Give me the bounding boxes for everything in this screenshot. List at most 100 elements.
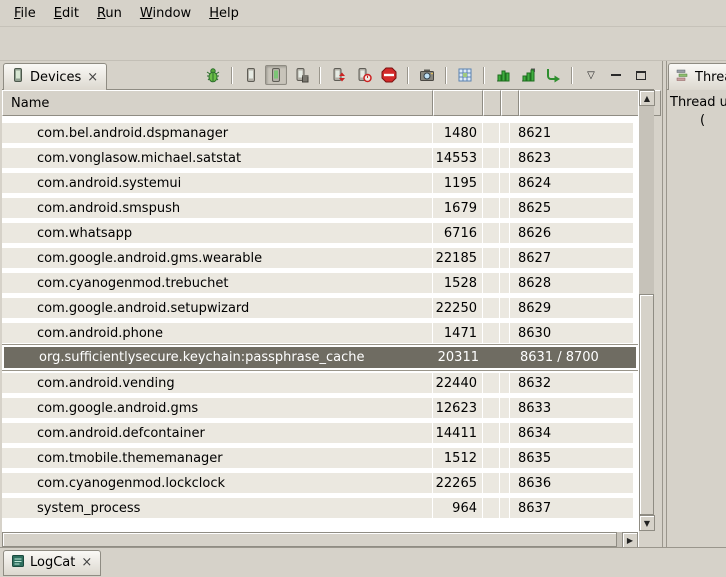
empty-cell [483, 498, 500, 518]
table-row[interactable]: com.android.phone 1471 8630 [2, 320, 638, 345]
v-scroll-track[interactable] [639, 106, 654, 515]
cause-gc-icon[interactable] [290, 65, 312, 85]
debug-icon[interactable] [202, 65, 224, 85]
stop-process-icon[interactable] [378, 65, 400, 85]
process-pid-cell: 20311 [435, 347, 485, 368]
toolbar-separator [319, 67, 321, 84]
empty-cell [483, 273, 500, 293]
process-name-cell: com.google.android.gms.wearable [2, 248, 433, 268]
process-name-cell: com.tmobile.thememanager [2, 448, 433, 468]
devices-view-toolbar: ▽ [202, 65, 654, 85]
process-port-cell: 8630 [510, 323, 634, 343]
empty-cell [483, 173, 500, 193]
heap-chart-icon[interactable] [492, 65, 514, 85]
process-name-cell: com.cyanogenmod.lockclock [2, 473, 433, 493]
process-name-cell: system_process [2, 498, 433, 518]
process-name-cell: com.cyanogenmod.trebuchet [2, 273, 433, 293]
empty-cell [500, 498, 510, 518]
v-scroll-thumb[interactable] [639, 294, 654, 515]
minimize-icon[interactable] [605, 65, 627, 85]
vertical-scrollbar: ▲ ▼ [638, 90, 654, 547]
process-name-cell: com.google.android.gms [2, 398, 433, 418]
table-row[interactable]: com.google.android.setupwizard 22250 862… [2, 295, 638, 320]
process-name-cell: com.android.defcontainer [2, 423, 433, 443]
horizontal-scrollbar: ▶ [2, 531, 638, 547]
scroll-up-icon[interactable]: ▲ [639, 90, 655, 106]
empty-cell [500, 298, 510, 318]
process-table-body: com.bel.android.dspmanager 1480 8621 com… [2, 116, 638, 531]
green-arrow-icon[interactable] [542, 65, 564, 85]
header-pid[interactable] [433, 90, 483, 116]
process-name-cell: com.android.smspush [2, 198, 433, 218]
empty-cell [485, 347, 502, 368]
table-row[interactable]: org.sufficientlysecure.keychain:passphra… [2, 345, 638, 370]
menu-file[interactable]: File [5, 2, 45, 25]
process-pid-cell: 1679 [433, 198, 483, 218]
tab-devices-label: Devices [30, 70, 81, 85]
ninepatch-icon[interactable] [454, 65, 476, 85]
update-threads-icon[interactable] [328, 65, 350, 85]
threads-panel: Threa Thread up ( [666, 61, 726, 547]
table-row[interactable]: system_process 964 8637 [2, 495, 638, 520]
table-row[interactable]: com.android.vending 22440 8632 [2, 370, 638, 395]
devices-tabbar: Devices × [2, 61, 654, 90]
method-profiling-icon[interactable] [353, 65, 375, 85]
header-col4[interactable] [501, 90, 519, 116]
process-pid-cell: 22250 [433, 298, 483, 318]
table-row[interactable]: com.android.systemui 1195 8624 [2, 170, 638, 195]
table-row[interactable]: com.cyanogenmod.lockclock 22265 8636 [2, 470, 638, 495]
close-icon[interactable]: × [86, 71, 99, 84]
empty-cell [500, 148, 510, 168]
toolbar-separator [571, 67, 573, 84]
process-port-cell: 8624 [510, 173, 634, 193]
table-row[interactable]: com.tmobile.thememanager 1512 8635 [2, 445, 638, 470]
tab-devices[interactable]: Devices × [3, 63, 107, 90]
process-port-cell: 8635 [510, 448, 634, 468]
empty-cell [483, 298, 500, 318]
empty-cell [500, 373, 510, 393]
table-row[interactable]: com.whatsapp 6716 8626 [2, 220, 638, 245]
scroll-right-icon[interactable]: ▶ [622, 532, 638, 548]
table-row[interactable]: com.vonglasow.michael.satstat 14553 8623 [2, 145, 638, 170]
update-heap-icon[interactable] [240, 65, 262, 85]
menu-run[interactable]: Run [88, 2, 131, 25]
close-icon[interactable]: × [80, 556, 93, 569]
tab-threads[interactable]: Threa [668, 63, 726, 90]
h-scroll-thumb[interactable] [2, 532, 617, 547]
table-row[interactable]: com.android.defcontainer 14411 8634 [2, 420, 638, 445]
process-port-cell: 8632 [510, 373, 634, 393]
scroll-down-icon[interactable]: ▼ [639, 515, 655, 531]
menu-edit[interactable]: Edit [45, 2, 88, 25]
maximize-icon[interactable] [630, 65, 652, 85]
process-port-cell: 8631 / 8700 [512, 347, 636, 368]
process-port-cell: 8626 [510, 223, 634, 243]
threads-message-line1: Thread up [670, 95, 723, 110]
allocation-chart-icon[interactable] [517, 65, 539, 85]
header-name[interactable]: Name [2, 90, 433, 116]
tab-logcat[interactable]: LogCat × [3, 550, 101, 576]
table-row[interactable]: com.google.android.gms 12623 8633 [2, 395, 638, 420]
view-menu-icon[interactable]: ▽ [580, 65, 602, 85]
menu-window[interactable]: Window [131, 2, 200, 25]
toolbar-separator [483, 67, 485, 84]
table-row[interactable]: com.google.android.gms.wearable 22185 86… [2, 245, 638, 270]
empty-cell [483, 423, 500, 443]
menu-help[interactable]: Help [200, 2, 248, 25]
main-toolbar [0, 27, 726, 61]
empty-cell [483, 373, 500, 393]
header-col3[interactable] [483, 90, 501, 116]
process-pid-cell: 964 [433, 498, 483, 518]
dump-hprof-icon[interactable] [265, 65, 287, 85]
table-row[interactable]: com.bel.android.dspmanager 1480 8621 [2, 120, 638, 145]
table-row[interactable]: com.android.smspush 1679 8625 [2, 195, 638, 220]
empty-cell [500, 473, 510, 493]
table-row[interactable]: com.cyanogenmod.trebuchet 1528 8628 [2, 270, 638, 295]
process-port-cell: 8637 [510, 498, 634, 518]
process-pid-cell: 14553 [433, 148, 483, 168]
header-port[interactable] [519, 90, 643, 116]
empty-cell [500, 223, 510, 243]
screen-capture-icon[interactable] [416, 65, 438, 85]
process-table: Name com.bel.android.dspmanager 1480 862… [2, 90, 654, 547]
process-name-cell: com.whatsapp [2, 223, 433, 243]
empty-cell [483, 398, 500, 418]
